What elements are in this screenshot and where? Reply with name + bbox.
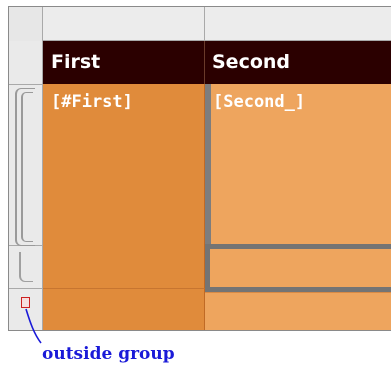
group-border-left [205, 84, 211, 250]
footer-cell-first[interactable] [43, 288, 205, 330]
column-handle-row [9, 7, 391, 41]
detail-cell-first[interactable]: [#First] [43, 84, 205, 288]
group-bracket-inner-icon[interactable] [21, 92, 33, 242]
column-handle-second[interactable] [205, 7, 391, 41]
report-designer-grid: First Second [#First] [Second_] [8, 6, 391, 331]
header-row: First Second [43, 41, 391, 84]
detail-cell-second[interactable]: [Second_] [205, 84, 391, 244]
corner-handle[interactable] [9, 7, 43, 41]
callout-label: outside group [42, 344, 175, 364]
row-separator [9, 84, 43, 85]
group-bracket-lower-icon[interactable] [19, 252, 33, 282]
field-expression-first: [#First] [51, 92, 133, 112]
row-marker-icon[interactable] [21, 297, 30, 308]
column-handle-first[interactable] [43, 7, 205, 41]
header-cell-first[interactable]: First [43, 41, 205, 84]
row-separator [9, 288, 43, 289]
header-cell-second[interactable]: Second [205, 41, 391, 84]
footer-cell-second[interactable] [205, 292, 391, 330]
group-footer-cell[interactable] [205, 244, 391, 292]
field-expression-second: [Second_] [213, 92, 306, 112]
